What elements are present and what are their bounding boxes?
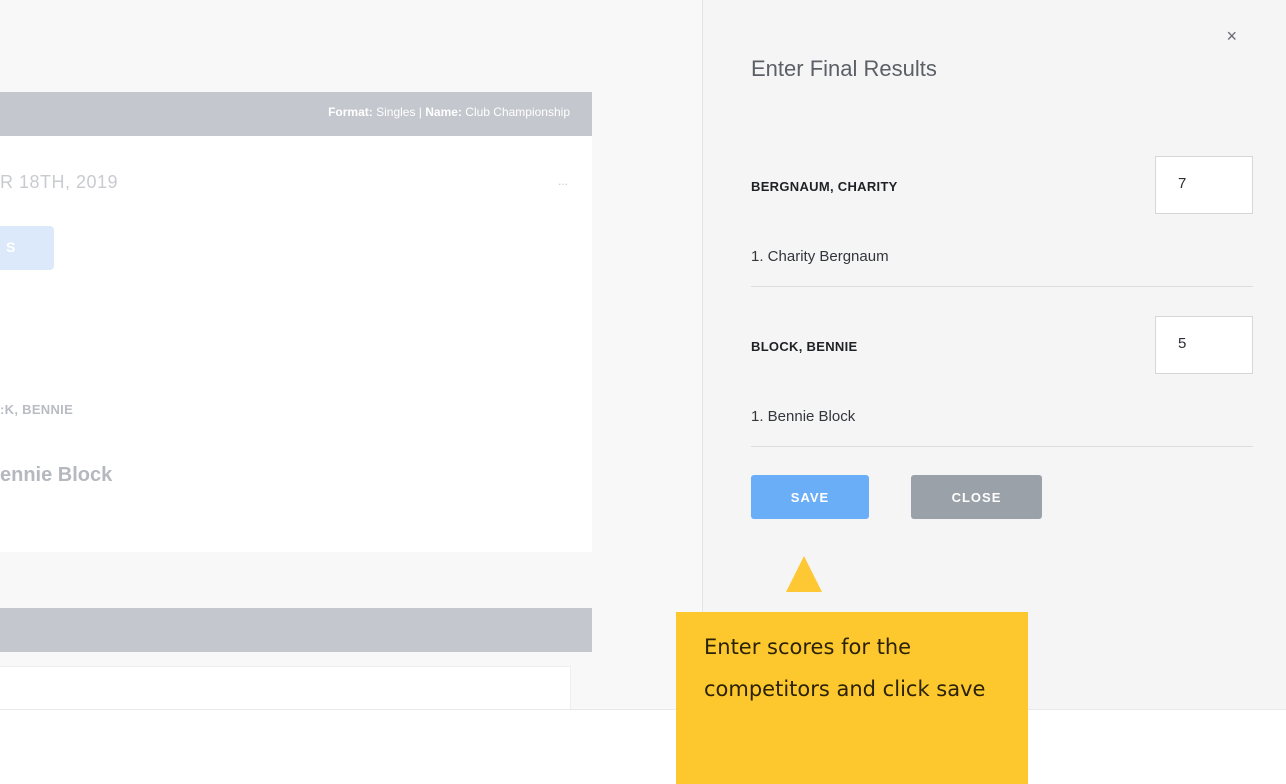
event-meta: Format: Singles | Name: Club Championshi… <box>328 105 570 119</box>
player-name: ennie Block <box>0 464 113 486</box>
modal-title: Enter Final Results <box>751 56 937 81</box>
lower-card <box>0 666 571 710</box>
match-date: R 18TH, 2019 <box>0 172 119 192</box>
score-input[interactable] <box>1155 316 1253 374</box>
save-button[interactable]: SAVE <box>751 475 869 519</box>
close-icon[interactable]: × <box>1226 26 1237 46</box>
divider <box>0 709 1286 710</box>
player-name: 1. Bennie Block <box>751 408 856 425</box>
competitor-row: BERGNAUM, CHARITY 1. Charity Bergnaum <box>751 156 1253 287</box>
player-name: 1. Charity Bergnaum <box>751 248 889 265</box>
arrow-up-icon <box>786 556 822 592</box>
competitor-name: BLOCK, BENNIE <box>751 339 858 354</box>
score-input[interactable] <box>1155 156 1253 214</box>
callout-text: Enter scores for the competitors and cli… <box>704 635 986 701</box>
format-label: Format: <box>328 105 373 119</box>
competitor-row: BLOCK, BENNIE 1. Bennie Block <box>751 316 1253 447</box>
close-button[interactable]: CLOSE <box>911 475 1042 519</box>
tutorial-callout: Enter scores for the competitors and cli… <box>676 612 1028 784</box>
final-results-modal: × Enter Final Results BERGNAUM, CHARITY … <box>702 0 1286 709</box>
status-chip[interactable]: S <box>0 226 54 270</box>
status-chip-label: S <box>6 239 16 255</box>
competitor-name: :K, BENNIE <box>0 402 74 417</box>
event-header-bar: Format: Singles | Name: Club Championshi… <box>0 92 592 136</box>
competitor-name: BERGNAUM, CHARITY <box>751 179 898 194</box>
name-value: Club Championship <box>461 105 570 119</box>
name-label: Name: <box>425 105 462 119</box>
more-options-icon[interactable]: ... <box>558 174 568 188</box>
section-header-bar <box>0 608 592 652</box>
format-value: Singles | <box>372 105 426 119</box>
match-card: R 18TH, 2019 ... S :K, BENNIE ennie Bloc… <box>0 136 592 552</box>
